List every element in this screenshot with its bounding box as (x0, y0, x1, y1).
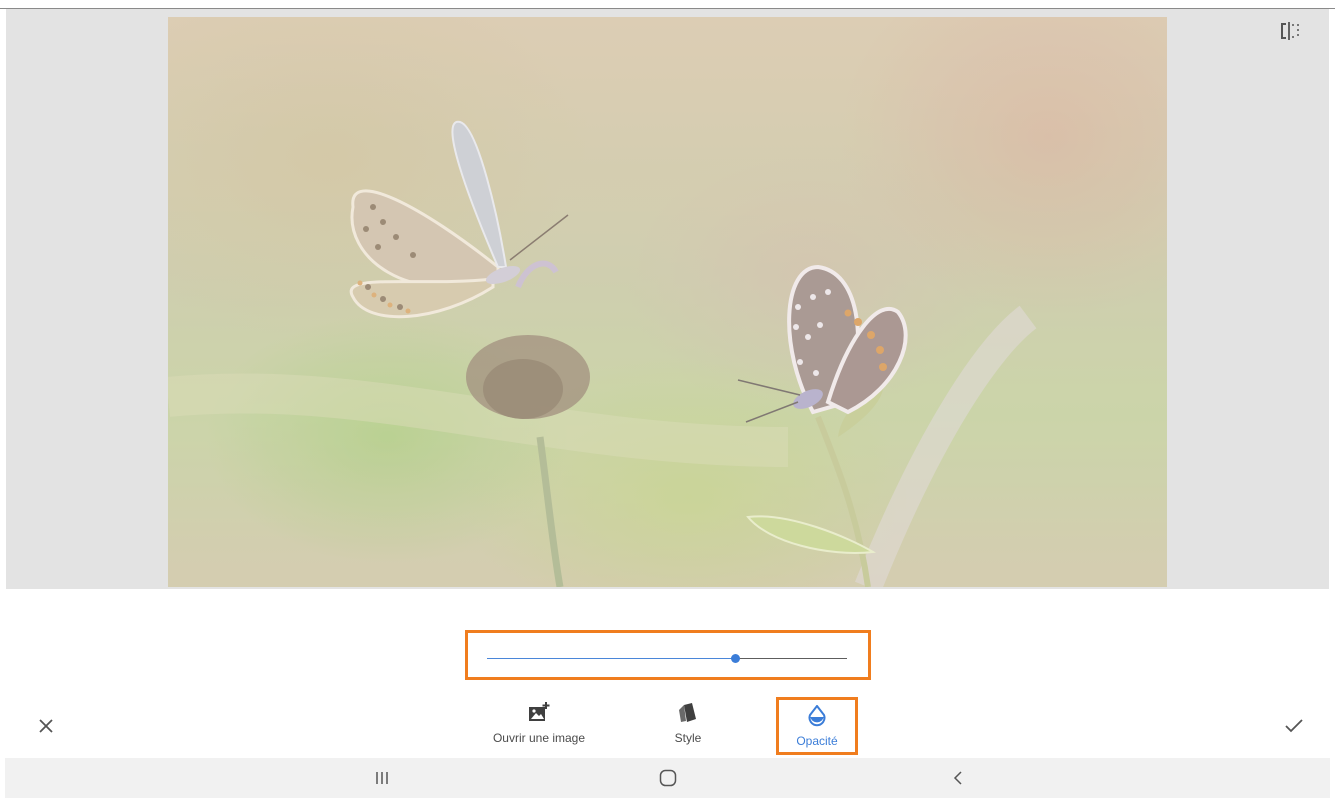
butterflies-photo-illustration (168, 17, 1167, 587)
apply-button[interactable] (1280, 712, 1308, 740)
style-cards-icon (677, 700, 699, 726)
system-navigation-bar (5, 758, 1330, 798)
recents-button[interactable] (352, 758, 412, 798)
cancel-button[interactable] (32, 712, 60, 740)
home-icon (659, 769, 677, 787)
tool-style-label: Style (674, 731, 702, 745)
opacity-slider-highlight (465, 630, 871, 680)
recents-icon (376, 772, 388, 784)
tool-opacity[interactable]: Opacité (776, 697, 858, 755)
photo-preview (168, 17, 1167, 587)
opacity-slider-thumb[interactable] (731, 654, 741, 663)
back-button[interactable] (928, 758, 988, 798)
tool-opacity-label: Opacité (796, 734, 838, 748)
tool-open-image[interactable]: Ouvrir une image (484, 700, 594, 752)
compare-icon[interactable] (1279, 22, 1301, 40)
check-icon (1285, 719, 1303, 733)
tool-style[interactable]: Style (658, 700, 718, 752)
home-button[interactable] (638, 758, 698, 798)
back-icon (953, 771, 962, 785)
opacity-drop-icon (808, 703, 826, 729)
opacity-slider-fill (487, 658, 736, 659)
tool-open-image-label: Ouvrir une image (492, 731, 586, 745)
add-image-icon (528, 700, 550, 726)
close-icon (39, 719, 53, 733)
